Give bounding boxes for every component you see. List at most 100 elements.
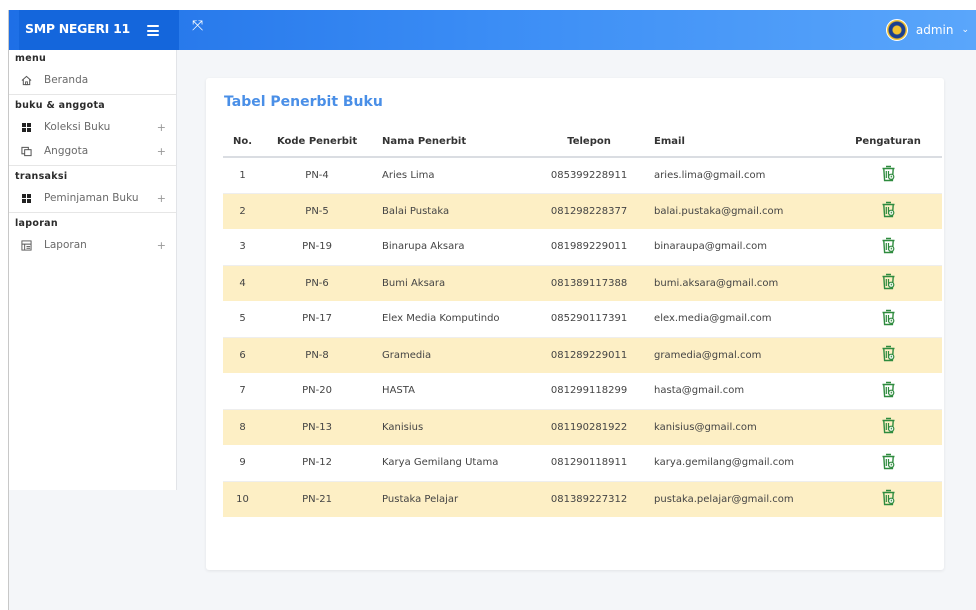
cell-pengaturan: [834, 373, 942, 410]
user-card-icon: [18, 146, 34, 157]
brand-area: SMP NEGERI 11: [19, 10, 179, 50]
cell-no: 1: [223, 157, 263, 194]
cell-kode-penerbit: PN-19: [262, 229, 373, 266]
cell-telepon: 081190281922: [550, 421, 628, 433]
cell-kode-penerbit: PN-4: [262, 157, 373, 194]
user-name: admin: [915, 23, 954, 37]
cell-telepon: 085290117391: [534, 301, 645, 338]
trash-restore-icon[interactable]: [881, 273, 896, 293]
home-icon: [18, 75, 34, 86]
sidebar-section-title: laporan: [15, 218, 58, 229]
table-row: 5 PN-17 Elex Media Komputindo 085290117391 e…: [223, 301, 942, 338]
fullscreen-toggle-icon[interactable]: ⤧: [192, 18, 203, 34]
report-icon: [18, 239, 34, 251]
cell-kode-penerbit: PN-12: [262, 445, 373, 482]
cell-email: hasta@gmail.com: [644, 373, 835, 410]
header-email: Email: [644, 126, 835, 158]
header-telepon: Telepon: [534, 126, 645, 158]
table-row: 1 PN-4 Aries Lima 085399228911 aries.lima@gm…: [223, 157, 942, 194]
publisher-table-card: Tabel Penerbit Buku No. Kode Penerbit Na…: [206, 78, 944, 570]
app-frame: SMP NEGERI 11 ⤧ admin ⌄ menu Beranda buku …: [8, 10, 976, 610]
sidebar-section-title: transaksi: [15, 171, 68, 182]
cell-nama-penerbit: Elex Media Komputindo: [372, 301, 535, 338]
cell-pengaturan: [834, 229, 942, 266]
sidebar-item-peminjaman-buku[interactable]: Peminjaman Buku +: [9, 186, 176, 210]
cell-no: 6: [239, 349, 246, 361]
cell-pengaturan: [834, 409, 942, 445]
cell-kode-penerbit: PN-6: [305, 277, 329, 289]
cell-no: 9: [223, 445, 263, 482]
cell-nama-penerbit: Bumi Aksara: [382, 277, 446, 289]
table-row: 10 PN-21 Pustaka Pelajar 081389227312 pustak…: [223, 481, 942, 517]
sidebar-item-koleksi-buku[interactable]: Koleksi Buku +: [9, 115, 176, 139]
cell-nama-penerbit: Gramedia: [382, 349, 432, 361]
brand-name[interactable]: SMP NEGERI 11: [25, 21, 130, 36]
expand-plus-icon[interactable]: +: [157, 121, 166, 134]
cell-kode-penerbit: PN-20: [262, 373, 373, 410]
cell-nama-penerbit: Balai Pustaka: [382, 205, 450, 217]
cell-no: 2: [239, 205, 246, 217]
cell-telepon: 081389227312: [550, 493, 628, 505]
sidebar-section-title: buku & anggota: [15, 100, 105, 111]
cell-email: balai.pustaka@gmail.com: [654, 205, 784, 217]
trash-restore-icon[interactable]: [881, 345, 896, 365]
sidebar-divider: [9, 165, 176, 166]
trash-restore-icon[interactable]: [881, 309, 896, 329]
cell-pengaturan: [834, 301, 942, 338]
expand-plus-icon[interactable]: +: [157, 239, 166, 252]
cell-pengaturan: [834, 445, 942, 482]
cell-nama-penerbit: Pustaka Pelajar: [382, 493, 459, 505]
trash-restore-icon[interactable]: [881, 417, 896, 437]
cell-telepon: 081389117388: [550, 277, 628, 289]
table-row: 9 PN-12 Karya Gemilang Utama 081290118911 ka…: [223, 445, 942, 482]
trash-restore-icon[interactable]: [881, 453, 896, 473]
trash-restore-icon[interactable]: [881, 201, 896, 221]
cell-pengaturan: [834, 337, 942, 373]
sidebar-item-laporan[interactable]: Laporan +: [9, 233, 176, 257]
cell-kode-penerbit: PN-8: [305, 349, 329, 361]
chevron-down-icon: ⌄: [961, 25, 969, 35]
cell-telepon: 081289229011: [550, 349, 628, 361]
sidebar-item-label: Koleksi Buku: [44, 121, 111, 133]
cell-telepon: 081298228377: [550, 205, 628, 217]
cell-email: gramedia@gmal.com: [654, 349, 762, 361]
cell-kode-penerbit: PN-21: [302, 493, 332, 505]
top-navbar: SMP NEGERI 11 ⤧ admin ⌄: [9, 10, 976, 50]
cell-no: 10: [236, 493, 249, 505]
cell-pengaturan: [834, 193, 942, 229]
header-pengaturan: Pengaturan: [834, 126, 942, 158]
cell-pengaturan: [834, 481, 942, 517]
table-body: 1 PN-4 Aries Lima 085399228911 aries.lima@gm…: [223, 157, 942, 517]
trash-restore-icon[interactable]: [881, 237, 896, 257]
cell-email: kanisius@gmail.com: [654, 421, 757, 433]
cell-email: binaraupa@gmail.com: [644, 229, 835, 266]
user-menu[interactable]: admin ⌄: [885, 18, 969, 42]
cell-email: karya.gemilang@gmail.com: [644, 445, 835, 482]
sidebar: menu Beranda buku & anggota Koleksi Buku + An…: [9, 50, 177, 490]
cell-nama-penerbit: Binarupa Aksara: [372, 229, 535, 266]
cell-no: 8: [239, 421, 246, 433]
table-row: 6 PN-8 Gramedia 081289229011 gramedia@gmal.c…: [223, 337, 942, 373]
sidebar-divider: [9, 94, 176, 95]
school-logo-avatar: [885, 19, 908, 41]
sidebar-item-beranda[interactable]: Beranda: [9, 68, 176, 92]
cell-pengaturan: [834, 157, 942, 194]
table-row: 4 PN-6 Bumi Aksara 081389117388 bumi.aksara@…: [223, 265, 942, 301]
header-nama-penerbit: Nama Penerbit: [372, 126, 535, 158]
cell-pengaturan: [834, 265, 942, 301]
trash-restore-icon[interactable]: [881, 165, 896, 185]
hamburger-menu-icon[interactable]: [147, 25, 159, 36]
expand-plus-icon[interactable]: +: [157, 192, 166, 205]
cell-email: elex.media@gmail.com: [644, 301, 835, 338]
sidebar-item-label: Peminjaman Buku: [44, 192, 139, 204]
sidebar-item-label: Beranda: [44, 74, 89, 86]
sidebar-item-anggota[interactable]: Anggota +: [9, 139, 176, 163]
trash-restore-icon[interactable]: [881, 381, 896, 401]
table-row: 7 PN-20 HASTA 081299118299 hasta@gmail.com: [223, 373, 942, 410]
page-title: Tabel Penerbit Buku: [224, 94, 383, 110]
grid-icon: [18, 193, 34, 203]
cell-no: 3: [223, 229, 263, 266]
cell-email: aries.lima@gmail.com: [644, 157, 835, 194]
expand-plus-icon[interactable]: +: [157, 145, 166, 158]
trash-restore-icon[interactable]: [881, 489, 896, 509]
